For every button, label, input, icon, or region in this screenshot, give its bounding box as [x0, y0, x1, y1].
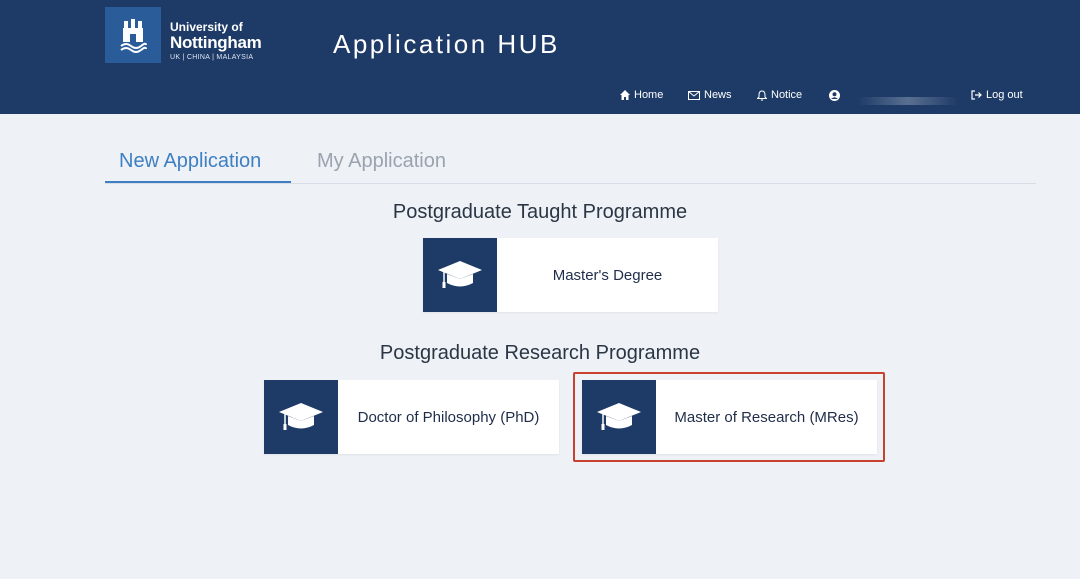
nav-notice-link[interactable]: Notice: [757, 87, 802, 103]
username-redacted: [858, 97, 958, 105]
logout-icon: [971, 90, 982, 100]
logo-line-2: Nottingham: [170, 33, 262, 52]
graduation-cap-icon: [264, 380, 338, 454]
nav-notice-label: Notice: [771, 89, 803, 101]
masters-degree-label: Master's Degree: [552, 266, 663, 284]
mres-label: Master of Research (MRes): [674, 408, 859, 426]
section-title-taught: Postgraduate Taught Programme: [392, 201, 688, 223]
graduation-cap-icon: [582, 380, 656, 454]
tab-my-application[interactable]: My Application: [317, 146, 446, 183]
application-tabs: New Application My Application: [105, 146, 1036, 184]
nav-news-label: News: [704, 89, 732, 101]
envelope-icon: [688, 90, 700, 100]
mres-card[interactable]: Master of Research (MRes): [582, 380, 877, 454]
app-title: Application HUB: [333, 29, 560, 59]
nav-home-label: Home: [634, 89, 664, 101]
phd-card[interactable]: Doctor of Philosophy (PhD): [264, 380, 559, 454]
nav-logout-label: Log out: [986, 89, 1023, 101]
nav-home-link[interactable]: Home: [620, 87, 663, 103]
graduation-cap-icon: [423, 238, 497, 312]
bell-icon: [757, 89, 767, 101]
phd-label: Doctor of Philosophy (PhD): [357, 408, 540, 426]
nav-logout-link[interactable]: Log out: [971, 87, 1023, 103]
logo-line-3: UK | CHINA | MALAYSIA: [170, 54, 254, 61]
crest-icon: [105, 7, 161, 63]
nav-user-menu[interactable]: [829, 87, 958, 105]
nav-news-link[interactable]: News: [688, 87, 732, 103]
user-icon: [829, 89, 840, 101]
university-logo[interactable]: University of Nottingham UK | CHINA | MA…: [105, 7, 263, 65]
masters-degree-card[interactable]: Master's Degree: [423, 238, 718, 312]
top-header: University of Nottingham UK | CHINA | MA…: [0, 0, 1080, 114]
section-title-research: Postgraduate Research Programme: [379, 342, 701, 364]
home-icon: [620, 90, 630, 100]
tab-new-application[interactable]: New Application: [105, 146, 291, 183]
logo-line-1: University of: [170, 20, 243, 34]
